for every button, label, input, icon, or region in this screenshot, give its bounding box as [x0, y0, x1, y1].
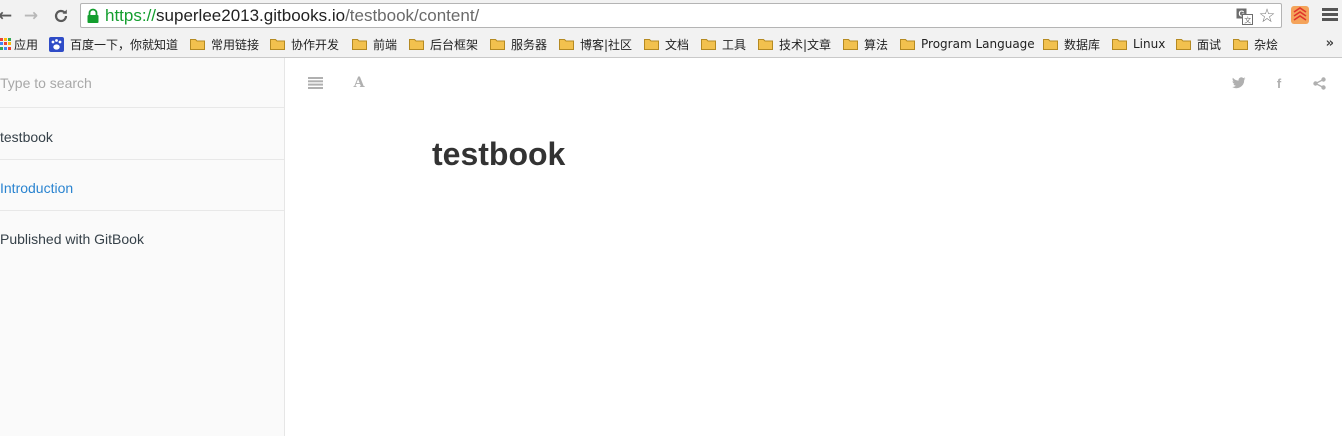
- folder-icon: [1233, 39, 1248, 50]
- bookmark-label: Program Language: [921, 37, 1035, 51]
- bookmark-label: 百度一下，你就知道: [70, 37, 179, 52]
- bookmark-folder[interactable]: Program Language: [900, 36, 1035, 52]
- bookmark-label: 算法: [864, 37, 889, 52]
- book-sidebar: testbook Introduction Published with Git…: [0, 58, 285, 436]
- folder-icon: [1112, 39, 1127, 50]
- folder-icon: [900, 39, 915, 50]
- search-box: [0, 58, 284, 108]
- browser-menu-icon[interactable]: [1322, 8, 1338, 22]
- bookmark-folder[interactable]: Linux: [1112, 36, 1165, 52]
- url-host: superlee2013.gitbooks.io: [156, 6, 346, 25]
- more-bookmarks-chevron-icon[interactable]: »: [1326, 36, 1334, 51]
- bookmark-star-icon[interactable]: ☆: [1258, 7, 1276, 26]
- folder-icon: [409, 39, 424, 50]
- bookmark-folder[interactable]: 技术|文章: [758, 36, 831, 52]
- apps-grid-icon: [0, 38, 11, 50]
- browser-toolbar: ← → https://superlee2013.gitbooks.io/tes…: [0, 0, 1342, 31]
- url-text[interactable]: https://superlee2013.gitbooks.io/testboo…: [105, 6, 479, 26]
- folder-icon: [701, 39, 716, 50]
- bookmark-folder[interactable]: 服务器: [490, 36, 547, 52]
- bookmark-folder[interactable]: 杂烩: [1233, 36, 1278, 52]
- folder-icon: [559, 39, 574, 50]
- bookmark-label: 协作开发: [291, 37, 340, 52]
- folder-icon: [843, 39, 858, 50]
- toggle-sidebar-icon[interactable]: [307, 75, 323, 91]
- sidebar-item-introduction[interactable]: Introduction: [0, 160, 284, 211]
- reload-icon[interactable]: [50, 5, 72, 27]
- sidebar-item-published-with-gitbook[interactable]: Published with GitBook: [0, 211, 284, 262]
- bookmark-label: 数据库: [1064, 37, 1101, 52]
- bookmark-label: 应用: [14, 37, 39, 52]
- twitter-icon[interactable]: [1231, 75, 1247, 91]
- folder-icon: [490, 39, 505, 50]
- bookmark-folder[interactable]: 协作开发: [270, 36, 339, 52]
- folder-icon: [1176, 39, 1191, 50]
- bookmark-folder[interactable]: 常用链接: [190, 36, 259, 52]
- bookmark-label: 工具: [722, 37, 747, 52]
- bookmark-folder[interactable]: 文档: [644, 36, 689, 52]
- address-bar[interactable]: https://superlee2013.gitbooks.io/testboo…: [80, 3, 1282, 28]
- folder-icon: [190, 39, 205, 50]
- folder-icon: [758, 39, 773, 50]
- book-content: A f testbook: [285, 58, 1342, 436]
- bookmark-label: 后台框架: [430, 37, 479, 52]
- translate-icon[interactable]: G文: [1235, 7, 1253, 25]
- bookmark-label: 常用链接: [211, 37, 260, 52]
- bookmark-folder[interactable]: 后台框架: [409, 36, 478, 52]
- back-arrow-icon[interactable]: ←: [0, 5, 16, 27]
- bookmark-folder[interactable]: 前端: [352, 36, 397, 52]
- bookmark-label: 技术|文章: [779, 37, 832, 52]
- bookmark-label: 文档: [665, 37, 690, 52]
- bookmark-label: 服务器: [511, 37, 548, 52]
- bookmark-label: 杂烩: [1254, 37, 1279, 52]
- share-icon[interactable]: [1311, 75, 1327, 91]
- bookmark-folder[interactable]: 算法: [843, 36, 888, 52]
- bookmark-label: 前端: [373, 37, 398, 52]
- extension-icon[interactable]: [1290, 5, 1310, 25]
- forward-arrow-icon[interactable]: →: [20, 5, 42, 27]
- url-scheme: https://: [105, 6, 157, 25]
- bookmark-folder[interactable]: 面试: [1176, 36, 1221, 52]
- facebook-icon[interactable]: f: [1271, 75, 1287, 91]
- bookmarks-bar: 应用 百度一下，你就知道 常用链接 协作开发 前端 后台框架 服务器 博客|社区…: [0, 31, 1342, 58]
- bookmark-folder[interactable]: 数据库: [1043, 36, 1100, 52]
- url-path: /testbook/content/: [345, 6, 480, 25]
- bookmark-baidu[interactable]: 百度一下，你就知道: [49, 36, 178, 52]
- svg-text:文: 文: [1244, 15, 1251, 24]
- bookmark-label: 博客|社区: [580, 37, 633, 52]
- folder-icon: [644, 39, 659, 50]
- baidu-paw-icon: [49, 36, 64, 52]
- folder-icon: [270, 39, 285, 50]
- bookmark-label: Linux: [1133, 37, 1166, 51]
- search-input[interactable]: [0, 72, 270, 94]
- bookmark-folder[interactable]: 工具: [701, 36, 746, 52]
- bookmark-folder[interactable]: 博客|社区: [559, 36, 632, 52]
- bookmark-apps[interactable]: 应用: [0, 36, 39, 52]
- bookmark-label: 面试: [1197, 37, 1222, 52]
- folder-icon: [1043, 39, 1058, 50]
- page-title: testbook: [432, 136, 566, 172]
- folder-icon: [352, 39, 367, 50]
- font-settings-icon[interactable]: A: [351, 75, 367, 91]
- sidebar-item-book-title[interactable]: testbook: [0, 109, 284, 160]
- lock-icon: [87, 8, 99, 23]
